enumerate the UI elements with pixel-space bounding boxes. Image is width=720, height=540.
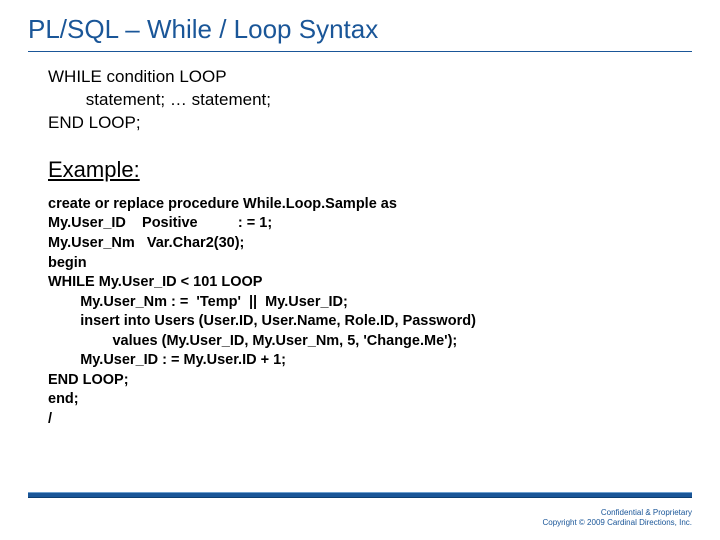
code-line: WHILE My.User_ID < 101 LOOP [48, 273, 692, 293]
code-line: My.User_ID : = My.User.ID + 1; [48, 351, 692, 371]
code-line: end; [48, 390, 692, 410]
syntax-line: END LOOP; [48, 112, 692, 135]
footer-text: Confidential & Proprietary Copyright © 2… [542, 508, 692, 528]
slide: PL/SQL – While / Loop Syntax WHILE condi… [0, 0, 720, 430]
code-line: My.User_ID Positive : = 1; [48, 214, 692, 234]
example-heading: Example: [48, 157, 692, 183]
syntax-line: WHILE condition LOOP [48, 66, 692, 89]
code-line: My.User_Nm Var.Char2(30); [48, 234, 692, 254]
code-line: begin [48, 254, 692, 274]
code-line: values (My.User_ID, My.User_Nm, 5, 'Chan… [48, 332, 692, 352]
code-line: create or replace procedure While.Loop.S… [48, 195, 692, 215]
syntax-line: statement; … statement; [48, 89, 692, 112]
footer-copyright: Copyright © 2009 Cardinal Directions, In… [542, 518, 692, 528]
page-title: PL/SQL – While / Loop Syntax [28, 14, 692, 52]
code-line: / [48, 410, 692, 430]
code-line: END LOOP; [48, 371, 692, 391]
footer-confidential: Confidential & Proprietary [542, 508, 692, 518]
code-line: insert into Users (User.ID, User.Name, R… [48, 312, 692, 332]
code-line: My.User_Nm : = 'Temp' || My.User_ID; [48, 293, 692, 313]
footer-divider [28, 493, 692, 498]
code-block: create or replace procedure While.Loop.S… [48, 195, 692, 430]
syntax-block: WHILE condition LOOP statement; … statem… [48, 66, 692, 135]
